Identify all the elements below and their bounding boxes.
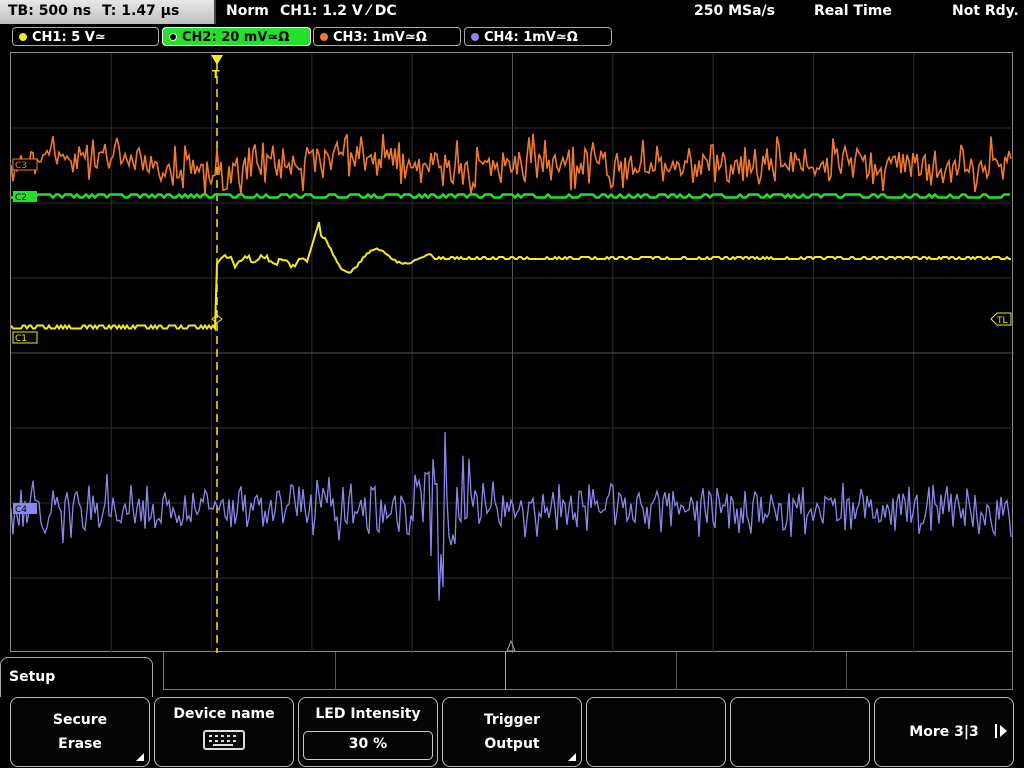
device-name-label: Device name xyxy=(173,706,275,722)
tab-ch1-label: CH1: 5 V≃ xyxy=(32,30,106,45)
sample-rate: 250 MSa/s xyxy=(694,3,776,19)
ch4-waveform xyxy=(11,431,1012,601)
tab-ch3-label: CH3: 1mV≃Ω xyxy=(333,30,427,45)
tab-ch3[interactable]: CH3: 1mV≃Ω xyxy=(313,27,461,46)
trigger-level-marker[interactable]: TL xyxy=(990,312,1012,326)
graticule xyxy=(11,53,1014,653)
empty-softkey-6[interactable] xyxy=(730,697,870,767)
menu-title-tab: Setup xyxy=(0,657,153,697)
center-marker-icon xyxy=(506,639,516,652)
ch2-waveform xyxy=(11,192,1010,200)
trigger-position-icon[interactable] xyxy=(211,55,223,65)
timebase-readout: TB: 500 ns xyxy=(8,3,92,19)
led-intensity-button[interactable]: LED Intensity 30 % xyxy=(298,697,438,767)
trigger-level-label: TL xyxy=(996,316,1008,326)
more-bar-icon xyxy=(995,724,997,738)
ch4-dot-icon xyxy=(471,33,479,41)
trigger-setting[interactable]: CH1: 1.2 V ⁄ DC xyxy=(280,3,397,19)
submenu-corner-icon xyxy=(136,753,144,761)
trigger-output-label-2: Output xyxy=(484,736,540,752)
ch3-marker[interactable]: C3 xyxy=(12,158,38,171)
more-arrow-icon xyxy=(1000,725,1007,737)
ch1-marker[interactable]: C1 xyxy=(12,331,38,344)
waveform-canvas: T C3 C2 C1 C4 TL xyxy=(11,53,1014,653)
waveform-display[interactable]: T C3 C2 C1 C4 TL xyxy=(10,52,1014,653)
ch3-waveform xyxy=(11,133,1012,195)
channel-tabs: CH1: 5 V≃ CH2: 20 mV≃Ω CH3: 1mV≃Ω CH4: 1… xyxy=(0,26,1024,48)
acquisition-mode: Real Time xyxy=(814,3,892,19)
ch1-dot-icon xyxy=(19,33,27,41)
menu-title: Setup xyxy=(9,669,56,685)
secure-erase-label-1: Secure xyxy=(52,712,108,728)
timebase-box[interactable]: TB: 500 ns T: 1.47 µs xyxy=(0,0,216,24)
submenu-corner-icon xyxy=(568,753,576,761)
trigger-output-button[interactable]: Trigger Output xyxy=(442,697,582,767)
ch3-marker-label: C3 xyxy=(15,161,27,171)
tab-ch2-label: CH2: 20 mV≃Ω xyxy=(182,30,290,45)
trigger-mode[interactable]: Norm xyxy=(226,3,269,19)
ch1-waveform xyxy=(11,221,1011,332)
trigger-pos-label: T xyxy=(212,68,220,81)
led-intensity-label: LED Intensity xyxy=(315,706,421,722)
tab-ch4[interactable]: CH4: 1mV≃Ω xyxy=(464,27,612,46)
ch4-marker-label: C4 xyxy=(15,505,27,515)
ch3-dot-icon xyxy=(320,33,328,41)
more-button[interactable]: More 3|3 xyxy=(874,697,1014,767)
ch4-marker[interactable]: C4 xyxy=(13,503,37,515)
ch2-marker[interactable]: C2 xyxy=(13,191,37,203)
empty-softkey-5[interactable] xyxy=(586,697,726,767)
keyboard-icon xyxy=(203,730,245,750)
status-bar: TB: 500 ns T: 1.47 µs Norm CH1: 1.2 V ⁄ … xyxy=(0,0,1024,24)
secure-erase-button[interactable]: Secure Erase xyxy=(10,697,150,767)
horizontal-strip xyxy=(163,652,1013,690)
device-name-button[interactable]: Device name xyxy=(154,697,294,767)
ch2-dot-icon xyxy=(169,33,177,41)
trigger-time-readout: T: 1.47 µs xyxy=(102,3,180,19)
ch1-marker-label: C1 xyxy=(15,334,27,344)
tab-ch4-label: CH4: 1mV≃Ω xyxy=(484,30,578,45)
trigger-output-label-1: Trigger xyxy=(483,712,541,728)
acquisition-state: Not Rdy. xyxy=(952,3,1019,19)
secure-erase-label-2: Erase xyxy=(58,736,102,752)
more-label: More 3|3 xyxy=(909,724,979,740)
ch2-marker-label: C2 xyxy=(15,193,27,203)
tab-ch2[interactable]: CH2: 20 mV≃Ω xyxy=(162,27,311,46)
led-intensity-value: 30 % xyxy=(303,731,433,760)
tab-ch1[interactable]: CH1: 5 V≃ xyxy=(12,27,159,46)
